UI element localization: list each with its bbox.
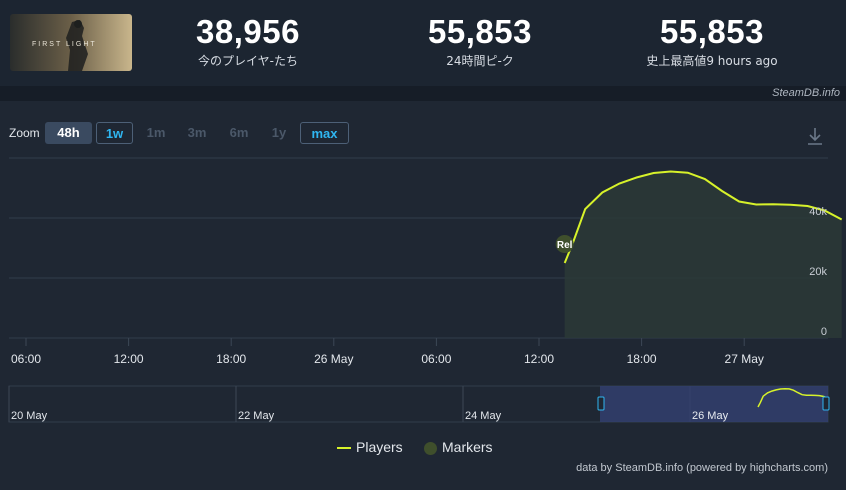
navigator-label: 20 May xyxy=(11,410,48,422)
release-marker-label: Rel xyxy=(557,240,573,251)
navigator-label: 26 May xyxy=(692,410,729,422)
y-tick-label: 40k xyxy=(809,206,827,218)
x-tick-label: 18:00 xyxy=(216,352,246,366)
legend-players[interactable]: Players xyxy=(337,439,403,455)
x-tick-label: 26 May xyxy=(314,352,353,366)
navigator-handle[interactable] xyxy=(822,396,830,411)
x-tick-label: 27 May xyxy=(725,352,764,366)
x-tick-label: 12:00 xyxy=(524,352,554,366)
navigator-label: 22 May xyxy=(238,410,275,422)
y-tick-label: 0 xyxy=(821,326,827,338)
x-tick-label: 06:00 xyxy=(11,352,41,366)
player-chart: 20 May 22 May 24 May 26 May 26 May Rel 0 20k 4… xyxy=(8,157,843,423)
navigator-label: 24 May xyxy=(465,410,502,422)
chart-credit[interactable]: data by SteamDB.info (powered by highcha… xyxy=(576,462,828,474)
players-series-group: Rel xyxy=(555,170,843,338)
players-area xyxy=(564,171,842,338)
legend-players-line-icon xyxy=(337,447,351,450)
x-tick-label: 12:00 xyxy=(114,352,144,366)
x-tick-label: 06:00 xyxy=(421,352,451,366)
x-tick-label: 18:00 xyxy=(627,352,657,366)
legend-markers-label: Markers xyxy=(442,439,493,455)
legend-players-label: Players xyxy=(356,439,403,455)
y-tick-label: 20k xyxy=(809,266,827,278)
legend-markers[interactable]: Markers xyxy=(424,439,493,455)
navigator-handle[interactable] xyxy=(597,396,605,411)
navigator[interactable]: 20 May22 May24 May26 May26 May xyxy=(8,385,830,423)
legend-markers-dot-icon xyxy=(424,441,437,455)
